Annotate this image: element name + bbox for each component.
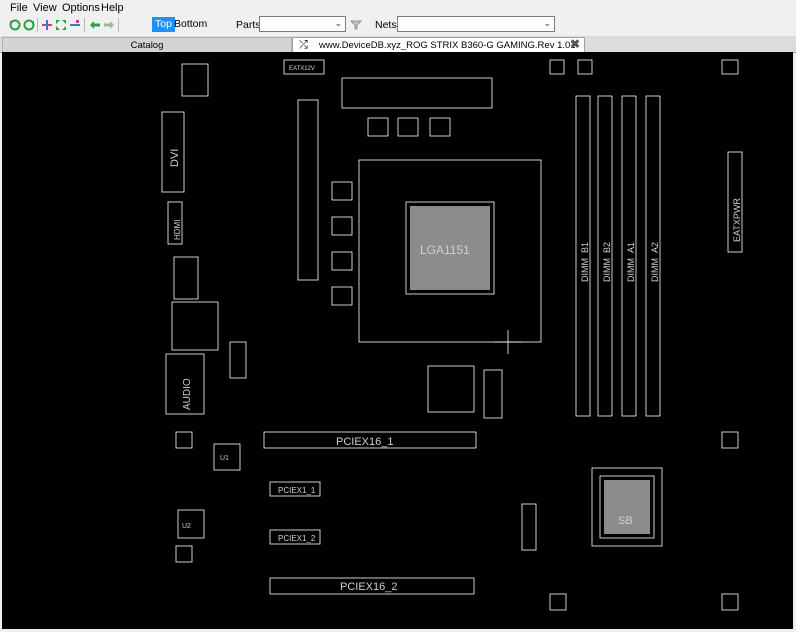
- rotate-ccw-icon[interactable]: [8, 18, 22, 32]
- zoom-out-icon[interactable]: [68, 18, 82, 32]
- bottom-side-toggle[interactable]: Bottom: [171, 17, 210, 32]
- label-u1: U1: [220, 455, 229, 462]
- label-dvi: DVI: [169, 149, 181, 167]
- board-drawing: EATX12V DVI HDMI AUDIO LGA1151 DIMM_B1 D…: [161, 59, 743, 611]
- separator: [37, 18, 38, 32]
- nets-label: Nets:: [375, 19, 400, 31]
- filter-icon[interactable]: [349, 18, 363, 32]
- chevron-down-icon: ⌄: [334, 18, 342, 28]
- fit-screen-icon[interactable]: [54, 18, 68, 32]
- tab-boardview[interactable]: ⤮ www.DeviceDB.xyz_ROG STRIX B360-G GAMI…: [292, 37, 585, 66]
- usb-stack: [173, 256, 199, 300]
- ps2-connector: [181, 63, 209, 97]
- rotate-cw-icon[interactable]: [22, 18, 36, 32]
- chevron-down-icon: ⌄: [543, 18, 551, 28]
- label-audio: AUDIO: [182, 378, 193, 410]
- menu-help[interactable]: Help: [101, 2, 124, 14]
- zoom-in-icon[interactable]: [40, 18, 54, 32]
- label-eatxpwr: EATXPWR: [732, 198, 742, 242]
- lan-connector: [171, 301, 219, 351]
- separator: [118, 18, 119, 32]
- parts-combobox[interactable]: ⌄: [259, 16, 346, 32]
- label-pcie16-1: PCIEX16_1: [336, 436, 393, 448]
- arrow-left-icon[interactable]: [88, 18, 102, 32]
- label-pch: SB: [618, 515, 633, 527]
- label-socket: LGA1151: [420, 243, 470, 257]
- label-u2: U2: [182, 523, 191, 530]
- label-hdmi: HDMI: [173, 220, 182, 240]
- menu-file[interactable]: File: [10, 2, 28, 14]
- label-dimm-b1: DIMM_B1: [580, 242, 590, 282]
- label-dimm-a1: DIMM_A1: [626, 242, 636, 282]
- toolbar: Top Bottom Parts: ⌄ Nets: ⌄: [0, 14, 796, 36]
- tab-bar: Catalog ⤮ www.DeviceDB.xyz_ROG STRIX B36…: [0, 36, 796, 66]
- menu-view[interactable]: View: [33, 2, 57, 14]
- arrow-right-icon[interactable]: [102, 18, 116, 32]
- close-tab-icon[interactable]: ✖: [570, 37, 580, 52]
- label-pcie16-2: PCIEX16_2: [340, 581, 397, 593]
- separator: [84, 18, 85, 32]
- label-dimm-a2: DIMM_A2: [650, 242, 660, 282]
- shuffle-icon: ⤮: [299, 39, 308, 51]
- tab-catalog[interactable]: Catalog: [2, 37, 292, 52]
- nets-combobox[interactable]: ⌄: [397, 16, 555, 32]
- label-eatx12v: EATX12V: [289, 66, 315, 72]
- menu-bar: File View Options Help: [0, 0, 796, 14]
- label-pcie1-2: PCIEX1_2: [278, 534, 316, 543]
- label-pcie1-1: PCIEX1_1: [278, 486, 316, 495]
- board-canvas[interactable]: EATX12V DVI HDMI AUDIO LGA1151 DIMM_B1 D…: [2, 52, 793, 629]
- menu-options[interactable]: Options: [62, 2, 100, 14]
- label-dimm-b2: DIMM_B2: [602, 242, 612, 282]
